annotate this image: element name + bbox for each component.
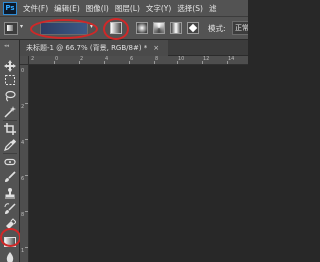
document-tab-bar: 未标题-1 @ 66.7% (背景, RGB/8#) * ×	[20, 40, 248, 56]
ruler-label: 8	[21, 212, 25, 218]
options-bar: ▾ ▾ 模式: 正常	[0, 16, 248, 40]
document-tab[interactable]: 未标题-1 @ 66.7% (背景, RGB/8#) * ×	[20, 40, 168, 56]
reflected-gradient-icon[interactable]	[170, 22, 182, 34]
ruler-label: 6	[130, 56, 134, 62]
ruler-label: 0	[21, 68, 25, 74]
document-tab-title: 未标题-1 @ 66.7% (背景, RGB/8#) *	[26, 44, 148, 52]
menu-select[interactable]: 选择(S)	[177, 3, 203, 14]
menu-layer[interactable]: 图层(L)	[115, 3, 140, 14]
brush-tool-icon[interactable]	[4, 171, 16, 183]
ruler-label: 2	[21, 104, 25, 110]
magic-wand-icon[interactable]	[4, 106, 16, 118]
highlight-circle	[0, 228, 21, 247]
menu-filter[interactable]: 滤	[209, 3, 217, 14]
horizontal-ruler[interactable]: 2 0 2 4 6 8 10 12 14	[29, 56, 248, 65]
close-icon[interactable]: ×	[153, 44, 159, 52]
ruler-label: 6	[21, 176, 25, 182]
menu-bar: Ps 文件(F) 编辑(E) 图像(I) 图层(L) 文字(Y) 选择(S) 滤	[0, 0, 248, 16]
vertical-ruler[interactable]: 0 2 4 6 8 1	[20, 65, 29, 262]
diamond-gradient-icon[interactable]	[187, 22, 199, 34]
chevron-down-icon[interactable]: ▾	[20, 23, 23, 30]
healing-brush-icon[interactable]	[4, 156, 16, 168]
clone-stamp-icon[interactable]	[4, 187, 16, 199]
highlight-circle	[30, 19, 98, 39]
ruler-label: 8	[155, 56, 159, 62]
menu-file[interactable]: 文件(F)	[23, 3, 48, 14]
lasso-tool-icon[interactable]	[4, 90, 16, 102]
menu-image[interactable]: 图像(I)	[86, 3, 109, 14]
tool-preset-picker[interactable]	[4, 22, 18, 35]
history-brush-icon[interactable]	[4, 203, 16, 215]
move-tool-icon[interactable]	[4, 60, 16, 72]
photoshop-window: Ps 文件(F) 编辑(E) 图像(I) 图层(L) 文字(Y) 选择(S) 滤…	[0, 0, 248, 262]
menu-type[interactable]: 文字(Y)	[146, 3, 171, 14]
ruler-label: 10	[178, 56, 185, 62]
collapse-icon[interactable]: ◂◂	[4, 43, 9, 49]
blur-tool-icon[interactable]	[4, 251, 16, 262]
mode-label: 模式:	[208, 24, 226, 33]
eyedropper-icon[interactable]	[4, 139, 16, 151]
photoshop-logo: Ps	[3, 1, 17, 15]
angle-gradient-icon[interactable]	[153, 22, 165, 34]
tools-panel: ◂◂	[0, 40, 21, 262]
ruler-label: 1	[21, 248, 25, 254]
ruler-label: 2	[80, 56, 84, 62]
ruler-label: 2	[31, 56, 35, 62]
highlight-circle	[103, 18, 129, 40]
ruler-label: 14	[228, 56, 235, 62]
marquee-tool-icon[interactable]	[4, 74, 16, 86]
menu-edit[interactable]: 编辑(E)	[54, 3, 80, 14]
ruler-label: 4	[105, 56, 109, 62]
document-canvas[interactable]	[29, 65, 248, 262]
ruler-origin[interactable]	[20, 56, 29, 65]
ruler-label: 4	[21, 140, 25, 146]
ruler-label: 12	[203, 56, 210, 62]
radial-gradient-icon[interactable]	[136, 22, 148, 34]
crop-tool-icon[interactable]	[4, 123, 16, 135]
blend-mode-select[interactable]: 正常	[232, 21, 248, 35]
ruler-label: 0	[55, 56, 59, 62]
